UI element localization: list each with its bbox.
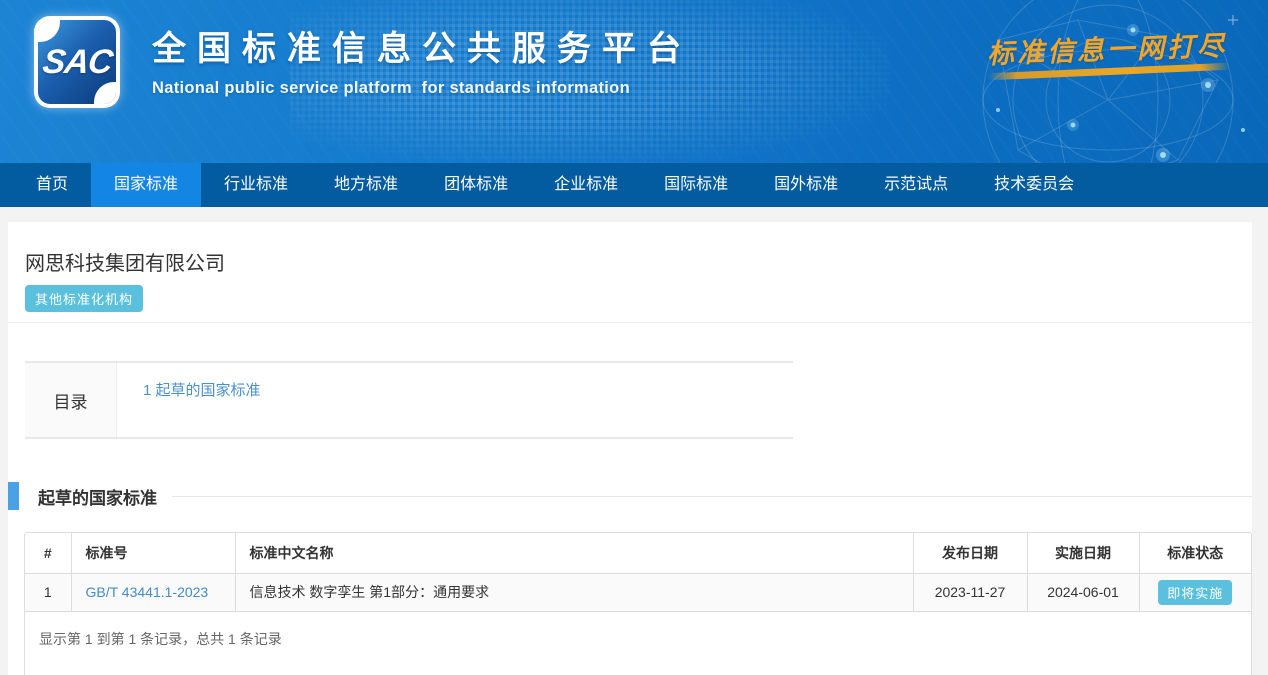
standards-table-container: # 标准号 标准中文名称 发布日期 实施日期 标准状态 1 GB/T 43441… [24,532,1252,675]
section-title: 起草的国家标准 [38,484,157,509]
org-divider [8,322,1252,323]
table-header-row: # 标准号 标准中文名称 发布日期 实施日期 标准状态 [25,533,1251,573]
cell-index: 1 [25,573,71,611]
section-accent-bar [8,482,19,510]
site-banner: SAC 全国标准信息公共服务平台 National public service… [0,0,1268,163]
banner-titles: 全国标准信息公共服务平台 National public service pla… [152,21,692,98]
status-badge: 即将实施 [1158,580,1232,605]
nav-item-home[interactable]: 首页 [13,163,91,207]
table-record-summary: 显示第 1 到第 1 条记录，总共 1 条记录 [25,612,1251,675]
cell-publish-date: 2023-11-27 [913,573,1027,611]
nav-item-international-standards[interactable]: 国际标准 [641,163,751,207]
cell-status: 即将实施 [1139,573,1251,611]
section-rule [172,496,1252,497]
org-name: 网思科技集团有限公司 [25,247,1252,276]
sac-logo[interactable]: SAC [34,16,120,108]
org-type-badge: 其他标准化机构 [25,285,143,312]
table-row: 1 GB/T 43441.1-2023 信息技术 数字孪生 第1部分：通用要求 … [25,573,1251,611]
nav-item-local-standards[interactable]: 地方标准 [311,163,421,207]
cell-standard-code: GB/T 43441.1-2023 [71,573,235,611]
standard-code-link[interactable]: GB/T 43441.1-2023 [86,584,209,600]
sac-logo-text: SAC [40,43,114,82]
org-header: 网思科技集团有限公司 其他标准化机构 [8,222,1252,312]
section-header: 起草的国家标准 [8,481,1252,511]
nav-item-enterprise-standards[interactable]: 企业标准 [531,163,641,207]
standards-table: # 标准号 标准中文名称 发布日期 实施日期 标准状态 1 GB/T 43441… [25,533,1251,612]
cell-standard-name: 信息技术 数字孪生 第1部分：通用要求 [235,573,913,611]
nav-item-group-standards[interactable]: 团体标准 [421,163,531,207]
sac-logo-tile: SAC [38,20,116,104]
site-title: 全国标准信息公共服务平台 [152,21,692,70]
col-header-status: 标准状态 [1139,533,1251,573]
nav-item-industry-standards[interactable]: 行业标准 [201,163,311,207]
col-header-implement-date: 实施日期 [1027,533,1139,573]
nav-item-foreign-standards[interactable]: 国外标准 [751,163,861,207]
toc-box: 目录 1 起草的国家标准 [25,361,793,439]
main-nav: 首页 国家标准 行业标准 地方标准 团体标准 企业标准 国际标准 国外标准 示范… [0,163,1268,207]
cell-implement-date: 2024-06-01 [1027,573,1139,611]
nav-item-pilot-demo[interactable]: 示范试点 [861,163,971,207]
col-header-index: # [25,533,71,573]
col-header-publish-date: 发布日期 [913,533,1027,573]
content-card: 网思科技集团有限公司 其他标准化机构 目录 1 起草的国家标准 起草的国家标准 … [8,222,1252,675]
site-subtitle: National public service platform for sta… [152,79,692,98]
toc-link-drafted-standards[interactable]: 1 起草的国家标准 [143,382,261,399]
col-header-code: 标准号 [71,533,235,573]
nav-item-technical-committee[interactable]: 技术委员会 [971,163,1097,207]
nav-item-national-standards[interactable]: 国家标准 [91,163,201,207]
toc-list: 1 起草的国家标准 [117,363,261,437]
toc-label: 目录 [25,363,117,437]
col-header-name: 标准中文名称 [235,533,913,573]
